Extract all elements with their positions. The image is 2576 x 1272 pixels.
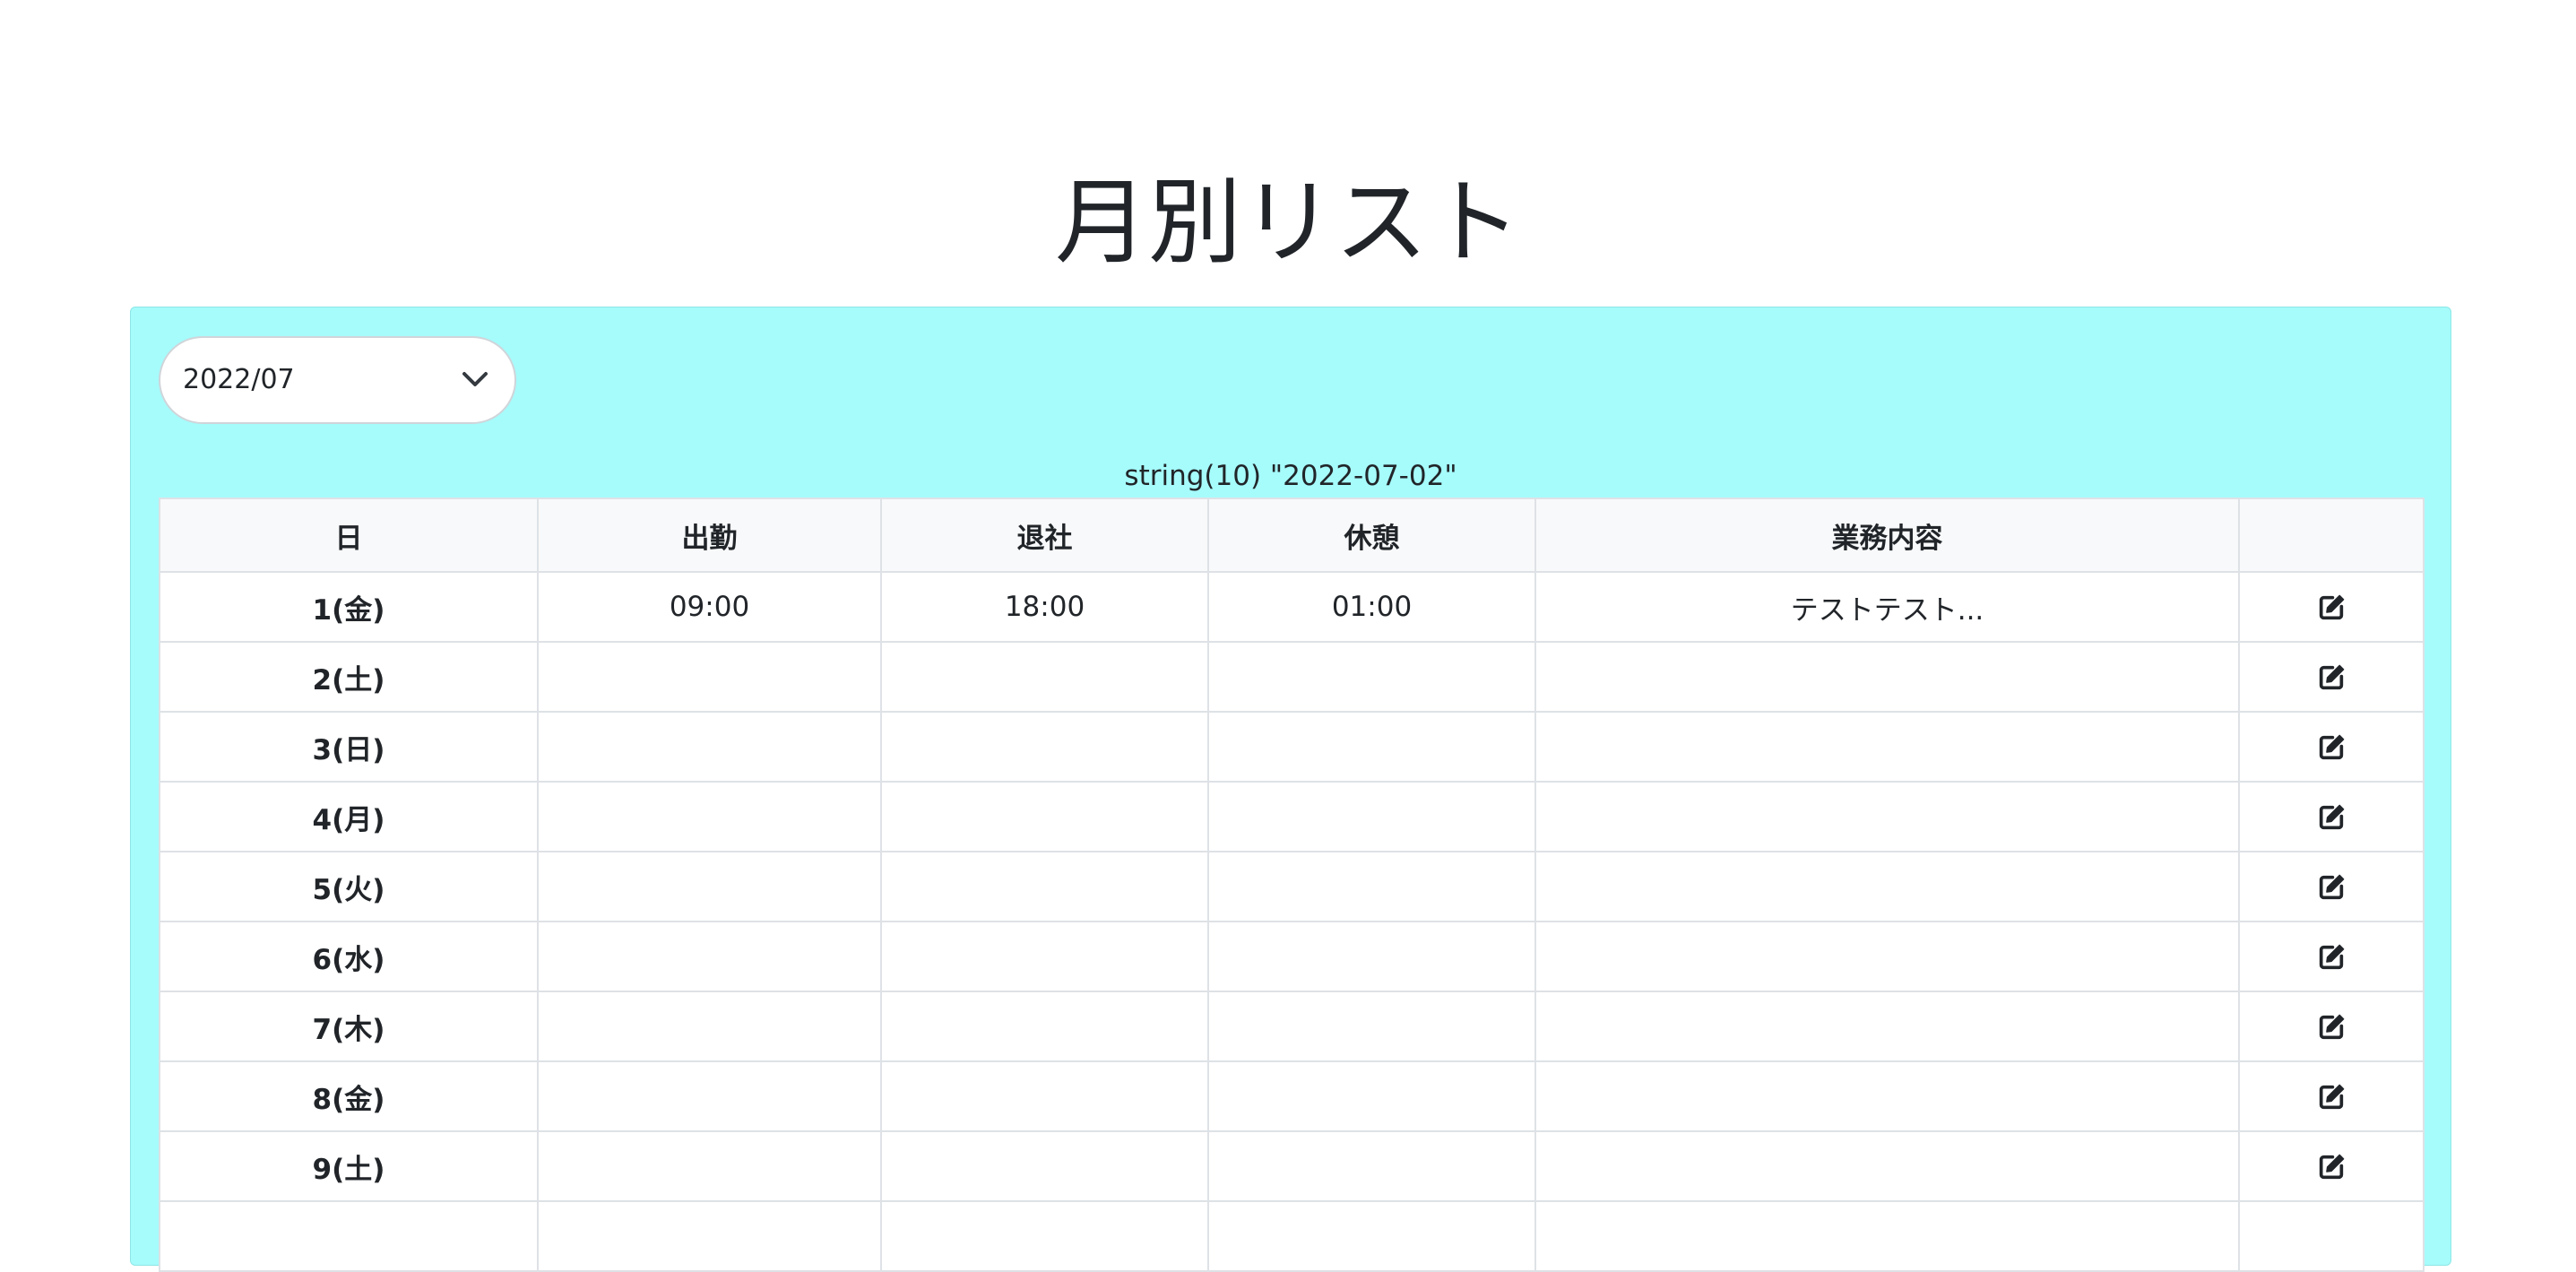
clock-out-cell [880,1130,1209,1202]
day-cell [159,1200,539,1272]
work-content-cell [1534,1130,2240,1202]
edit-icon[interactable] [2316,662,2347,693]
day-cell: 9(土) [159,1130,539,1202]
action-cell [2238,1200,2425,1272]
column-header-action [2238,498,2425,573]
clock-out-cell [880,781,1209,852]
clock-in-cell [537,1130,882,1202]
month-select[interactable]: 2022/07 [159,336,516,424]
work-content-cell [1534,921,2240,992]
table-row: 9(土) [159,1130,2425,1202]
edit-icon[interactable] [2316,1082,2347,1112]
edit-icon[interactable] [2316,802,2347,833]
clock-out-cell [880,1060,1209,1132]
edit-icon[interactable] [2316,1152,2347,1182]
attendance-table-wrapper: 日 出勤 退社 休憩 業務内容 1(金) 09:00 18:00 01:00 テストテス… [159,498,2425,1272]
action-cell [2238,921,2425,992]
column-header-work-content: 業務内容 [1534,498,2240,573]
break-cell [1207,921,1536,992]
work-content-cell [1534,851,2240,922]
chevron-down-icon [462,372,488,386]
column-header-break: 休憩 [1207,498,1536,573]
action-cell [2238,571,2425,643]
table-row: 4(月) [159,781,2425,852]
edit-icon[interactable] [2316,593,2347,623]
action-cell [2238,851,2425,922]
table-row: 3(日) [159,711,2425,783]
table-row: 2(土) [159,641,2425,713]
edit-icon[interactable] [2316,942,2347,973]
table-row [159,1200,2425,1272]
action-cell [2238,1130,2425,1202]
monthly-list-panel: 2022/07 string(10) "2022-07-02" 日 出勤 退社 … [130,307,2451,1272]
work-content-cell [1534,1060,2240,1132]
break-cell: 01:00 [1207,571,1536,643]
clock-out-cell [880,641,1209,713]
clock-out-cell [880,921,1209,992]
break-cell [1207,1060,1536,1132]
attendance-table-body: 1(金) 09:00 18:00 01:00 テストテスト... 2(土) 3(日) 4(月)… [159,571,2425,1272]
debug-output: string(10) "2022-07-02" [1124,460,1457,492]
month-select-value: 2022/07 [183,364,295,395]
column-header-day: 日 [159,498,539,573]
clock-in-cell [537,1060,882,1132]
day-cell: 8(金) [159,1060,539,1132]
break-cell [1207,711,1536,783]
day-cell: 5(火) [159,851,539,922]
table-header-row: 日 出勤 退社 休憩 業務内容 [159,498,2425,573]
day-cell: 1(金) [159,571,539,643]
clock-in-cell: 09:00 [537,571,882,643]
work-content-cell [1534,711,2240,783]
table-row: 1(金) 09:00 18:00 01:00 テストテスト... [159,571,2425,643]
break-cell [1207,641,1536,713]
work-content-cell [1534,991,2240,1062]
table-row: 7(木) [159,991,2425,1062]
column-header-clock-in: 出勤 [537,498,882,573]
action-cell [2238,711,2425,783]
clock-in-cell [537,781,882,852]
break-cell [1207,851,1536,922]
page-title: 月別リスト [1054,168,1521,277]
action-cell [2238,781,2425,852]
clock-in-cell [537,1200,882,1272]
edit-icon[interactable] [2316,872,2347,903]
day-cell: 7(木) [159,991,539,1062]
day-cell: 3(日) [159,711,539,783]
day-cell: 2(土) [159,641,539,713]
attendance-table: 日 出勤 退社 休憩 業務内容 1(金) 09:00 18:00 01:00 テストテス… [159,498,2425,1272]
edit-icon[interactable] [2316,1012,2347,1043]
action-cell [2238,1060,2425,1132]
table-row: 8(金) [159,1060,2425,1132]
action-cell [2238,641,2425,713]
break-cell [1207,1200,1536,1272]
table-row: 5(火) [159,851,2425,922]
clock-in-cell [537,851,882,922]
clock-in-cell [537,921,882,992]
work-content-cell [1534,781,2240,852]
break-cell [1207,1130,1536,1202]
work-content-cell [1534,1200,2240,1272]
clock-out-cell [880,711,1209,783]
clock-out-cell [880,1200,1209,1272]
clock-out-cell [880,991,1209,1062]
break-cell [1207,991,1536,1062]
edit-icon[interactable] [2316,732,2347,763]
clock-in-cell [537,641,882,713]
column-header-clock-out: 退社 [880,498,1209,573]
clock-out-cell [880,851,1209,922]
work-content-cell [1534,641,2240,713]
clock-in-cell [537,711,882,783]
clock-out-cell: 18:00 [880,571,1209,643]
work-content-cell: テストテスト... [1534,571,2240,643]
action-cell [2238,991,2425,1062]
clock-in-cell [537,991,882,1062]
break-cell [1207,781,1536,852]
day-cell: 6(水) [159,921,539,992]
day-cell: 4(月) [159,781,539,852]
table-row: 6(水) [159,921,2425,992]
